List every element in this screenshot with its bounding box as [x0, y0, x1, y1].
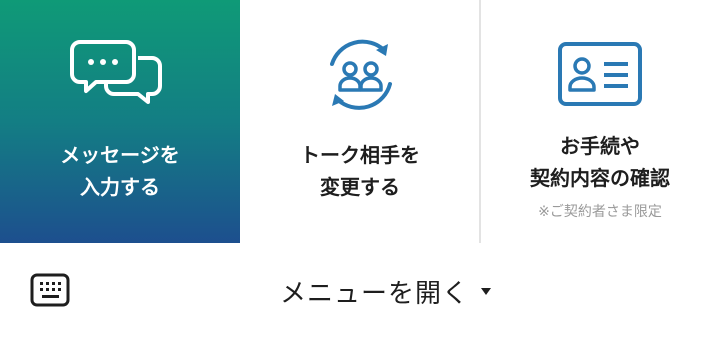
message-input-label: メッセージを 入力する: [60, 143, 180, 199]
swap-people-icon: [330, 39, 392, 110]
keyboard-toggle-button[interactable]: [30, 273, 70, 307]
open-menu-label: メニューを開く: [280, 278, 470, 309]
contract-check-tile[interactable]: お手続や 契約内容の確認 ※ご契約者さま限定: [480, 0, 720, 243]
open-menu-button[interactable]: メニューを開く: [280, 271, 492, 311]
speech-bubbles-icon: [70, 40, 162, 104]
tile-divider: [479, 0, 481, 243]
contract-check-label: お手続や 契約内容の確認: [530, 134, 670, 190]
change-partner-label: トーク相手を 変更する: [300, 143, 420, 199]
rich-menu: メッセージを 入力する トーク相手を 変更する お手続や 契約内容の確認 ※ご契…: [0, 0, 720, 243]
message-input-tile[interactable]: メッセージを 入力する: [0, 0, 240, 243]
change-partner-tile[interactable]: トーク相手を 変更する: [240, 0, 480, 243]
contract-note: ※ご契約者さま限定: [538, 204, 662, 220]
id-card-icon: [558, 42, 642, 106]
keyboard-icon: [30, 273, 70, 307]
caret-down-icon: [481, 287, 492, 295]
bottom-bar: メニューを開く: [0, 243, 720, 337]
